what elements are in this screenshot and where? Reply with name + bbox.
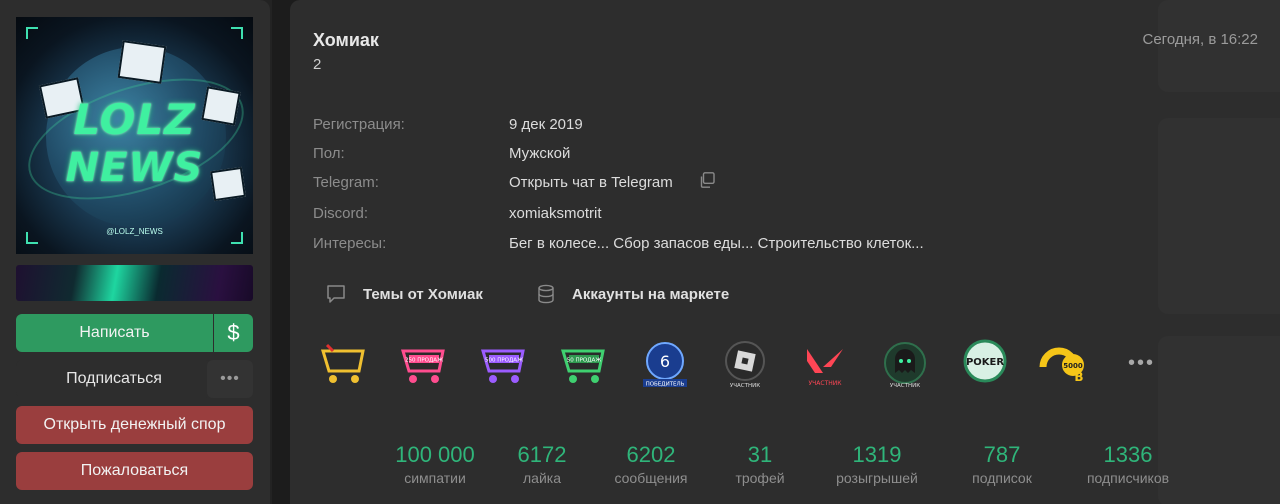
info-label-telegram: Telegram: [313,174,379,191]
stat-label: подписок [972,470,1032,486]
open-money-dispute-button[interactable]: Открыть денежный спор [16,406,253,444]
frame-corner [231,27,243,39]
info-label-discord: Discord: [313,205,369,222]
report-button[interactable]: Пожаловаться [16,452,253,490]
stat-value: 787 [983,442,1021,467]
profile-banner [16,265,253,301]
stat-trophies[interactable]: 31 трофей [720,442,800,486]
stat-label: подписчиков [1086,470,1170,486]
stat-label: симпатии [404,470,466,486]
background-widget [1158,118,1280,314]
avatar[interactable]: LOLZ NEWS @LOLZ_NEWS [16,17,253,254]
rainbow-six-trophy-icon[interactable]: 6 ПОБЕДИТЕЛЬ [635,337,695,393]
news-card-graphic [117,40,167,84]
stat-likes[interactable]: 6172 лайка [502,442,582,486]
cart-trophy-pink-icon[interactable]: 250 ПРОДАЖ [395,337,455,393]
trophy-caption: ПОБЕДИТЕЛЬ [646,382,685,388]
info-value-registration: 9 дек 2019 [509,116,583,133]
avatar-logo-line2: NEWS [65,145,204,191]
telegram-link[interactable]: Открыть чат в Telegram [509,174,673,191]
cart-trophy-green-icon[interactable]: 50 ПРОДАЖ [555,337,615,393]
stat-label: лайка [523,470,561,486]
send-money-button[interactable]: $ [214,314,253,352]
info-label-registration: Регистрация: [313,116,405,133]
avatar-logo-line1: LOLZ [73,95,196,144]
svg-text:B: B [1074,370,1083,384]
poker-trophy-icon[interactable]: POKER [955,337,1015,393]
stat-value: 31 [747,442,773,467]
frame-corner [26,232,38,244]
cart-trophy-yellow-icon[interactable] [315,337,375,393]
info-value-gender: Мужской [509,145,571,162]
stat-label: розыгрышей [836,470,918,486]
trophies-row: 250 ПРОДАЖ 500 ПРОДАЖ 50 ПРОДАЖ 6 ПОБЕДИ… [315,337,1195,397]
last-seen: Сегодня, в 16:22 [1142,31,1259,48]
info-label-interests: Интересы: [313,235,387,252]
topics-link-label: Темы от Хомиак [363,285,483,303]
stat-value: 1319 [852,442,902,467]
trophy-caption: 500 ПРОДАЖ [485,358,523,364]
more-trophies-button[interactable]: ••• [1128,352,1155,375]
trophy-caption: 50 ПРОДАЖ [567,358,602,364]
profile-main-panel: Хомиак 2 Сегодня, в 16:22 Регистрация: 9… [290,0,1280,504]
stat-value: 6202 [626,442,676,467]
topics-link[interactable]: Темы от Хомиак [325,283,483,305]
profile-sidebar: LOLZ NEWS @LOLZ_NEWS Написать $ Подписат… [0,0,270,504]
stat-followers[interactable]: 1336 подписчиков [1073,442,1183,486]
write-message-button[interactable]: Написать [16,314,213,352]
svg-text:6: 6 [660,352,670,371]
stat-giveaways[interactable]: 1319 розыгрышей [823,442,931,486]
roblox-trophy-icon[interactable]: УЧАСТНИК [715,337,775,393]
stat-value: 100 000 [395,442,475,467]
frame-corner [231,232,243,244]
copy-icon[interactable] [699,172,715,188]
database-icon [538,284,554,304]
trophy-caption: 5000 [1063,362,1083,370]
stat-subscriptions[interactable]: 787 подписок [957,442,1047,486]
5000-trophy-icon[interactable]: 5000 B [1035,337,1095,393]
comment-icon [327,285,345,303]
market-link-label: Аккаунты на маркете [572,285,730,303]
stat-label: сообщения [614,470,688,486]
user-title: 2 [313,56,322,73]
frame-corner [26,27,38,39]
cart-trophy-purple-icon[interactable]: 500 ПРОДАЖ [475,337,535,393]
trophy-caption: УЧАСТНИК [890,383,920,389]
stat-value: 6172 [517,442,567,467]
more-actions-button[interactable]: ••• [207,360,253,398]
stat-label: трофей [735,470,785,486]
trophy-caption: УЧАСТНИК [730,383,760,389]
trophy-caption: УЧАСТНИК [809,380,843,387]
market-accounts-link[interactable]: Аккаунты на маркете [535,283,729,305]
info-value-interests: Бег в колесе... Сбор запасов еды... Стро… [509,235,924,252]
subscribe-button[interactable]: Подписаться [16,360,212,398]
stat-value: 1336 [1103,442,1153,467]
stat-sympathy[interactable]: 100 000 симпатии [385,442,485,486]
avatar-tag: @LOLZ_NEWS [106,227,163,236]
trophy-caption: POKER [966,357,1004,368]
info-value-discord: xomiaksmotrit [509,205,602,222]
username[interactable]: Хомиак [313,30,379,51]
trophy-caption: 250 ПРОДАЖ [405,358,443,364]
ghost-trophy-icon[interactable]: УЧАСТНИК [875,337,935,393]
info-label-gender: Пол: [313,145,345,162]
stat-messages[interactable]: 6202 сообщения [601,442,701,486]
valorant-trophy-icon[interactable]: УЧАСТНИК [795,337,855,393]
